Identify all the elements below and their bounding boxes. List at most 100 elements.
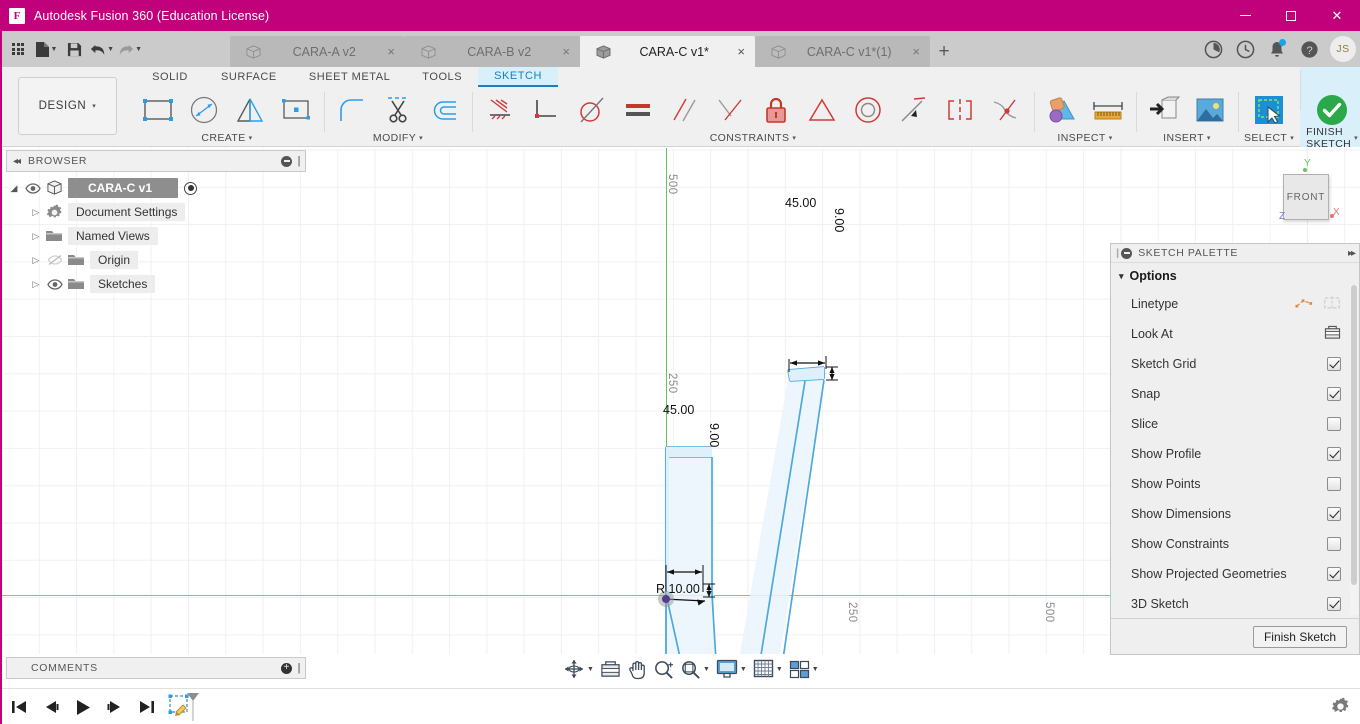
browser-item-named-views[interactable]: ▷ Named Views [6,224,306,248]
timeline-go-end-icon[interactable] [136,694,158,720]
ribbon-tab-surface[interactable]: SURFACE [205,67,293,87]
centerline-icon[interactable] [1323,295,1341,313]
workspace-selector[interactable]: DESIGN ▾ [18,77,117,135]
palette-row-show-constraints[interactable]: Show Constraints [1111,529,1359,559]
palette-scrollbar[interactable] [1350,285,1358,615]
minus-circle-icon[interactable] [281,155,293,167]
comments-panel[interactable]: COMMENTS + || [6,657,306,679]
palette-row-look-at[interactable]: Look At [1111,319,1359,349]
lock-dimension-icon[interactable] [754,89,798,131]
show-profile-checkbox[interactable] [1327,447,1341,461]
help-icon[interactable]: ? [1294,34,1324,64]
add-comment-button[interactable]: + [281,662,293,674]
ribbon-tab-sheet-metal[interactable]: SHEET METAL [293,67,406,87]
browser-item-origin[interactable]: ▷ Origin [6,248,306,272]
construction-line-icon[interactable] [1295,296,1313,313]
save-button[interactable] [62,36,86,62]
orbit-icon[interactable]: ▼ [560,656,597,682]
fillet-icon[interactable] [330,89,374,131]
expand-arrow-icon[interactable]: ▷ [28,207,44,218]
view-cube[interactable]: FRONT Y X Z [1279,158,1340,222]
expand-arrow-icon[interactable]: ▷ [28,255,44,266]
document-tab-0[interactable]: CARA-A v2 × [230,36,405,67]
minimize-button[interactable] [1222,0,1268,31]
ribbon-tab-solid[interactable]: SOLID [135,67,205,87]
palette-row-show-profile[interactable]: Show Profile [1111,439,1359,469]
expand-panel-icon[interactable]: ▸▸ [1348,248,1356,259]
panel-grip-icon[interactable]: || [297,155,300,167]
close-button[interactable]: ✕ [1314,0,1360,31]
document-tab-1[interactable]: CARA-B v2 × [405,36,580,67]
parallel-icon[interactable] [662,89,706,131]
visibility-eye-icon[interactable] [22,182,44,194]
ribbon-tab-tools[interactable]: TOOLS [406,67,478,87]
dimension-upper-width[interactable]: 45.00 [785,196,816,210]
mirror-icon[interactable] [228,89,272,131]
timeline-step-forward-icon[interactable] [104,694,126,720]
show-dimensions-checkbox[interactable] [1327,507,1341,521]
expand-arrow-icon[interactable]: ◢ [6,183,22,194]
rectangle-icon[interactable] [136,89,180,131]
perpendicular-icon[interactable] [708,89,752,131]
3d-sketch-checkbox[interactable] [1327,597,1341,611]
dimension-fillet-radius[interactable]: R 10.00 [656,582,700,596]
palette-row-show-projected-geometries[interactable]: Show Projected Geometries [1111,559,1359,589]
new-tab-button[interactable]: + [930,36,958,67]
show-constraints-checkbox[interactable] [1327,537,1341,551]
file-button[interactable]: ▼ [34,36,58,62]
viewports-icon[interactable]: ▼ [786,656,822,682]
ruler-icon[interactable] [1086,89,1130,131]
show-projected-geometries-checkbox[interactable] [1327,567,1341,581]
collinear-icon[interactable] [892,89,936,131]
palette-row-linetype[interactable]: Linetype [1111,289,1359,319]
settings-gear-icon[interactable] [1331,697,1350,721]
visibility-eye-off-icon[interactable] [44,254,66,266]
dimension-lower-width[interactable]: 45.00 [663,403,694,417]
horizontal-vertical-icon[interactable] [524,89,568,131]
measure-shapes-icon[interactable] [1040,89,1084,131]
display-settings-icon[interactable]: ▼ [713,656,750,682]
palette-row-slice[interactable]: Slice [1111,409,1359,439]
timeline-go-start-icon[interactable] [8,694,30,720]
concentric-icon[interactable] [846,89,890,131]
dimension-lower-thickness[interactable]: 9.00 [707,423,721,447]
job-status-icon[interactable] [1198,34,1228,64]
notifications-icon[interactable] [1262,34,1292,64]
look-at-icon[interactable] [597,656,624,682]
palette-row-sketch-grid[interactable]: Sketch Grid [1111,349,1359,379]
document-tab-2[interactable]: CARA-C v1* × [580,36,755,67]
palette-row-3d-sketch[interactable]: 3D Sketch [1111,589,1359,619]
insert-derive-icon[interactable] [1142,89,1186,131]
browser-item-document-settings[interactable]: ▷ Document Settings [6,200,306,224]
finish-sketch-button[interactable]: Finish Sketch [1252,625,1347,648]
snap-checkbox[interactable] [1327,387,1341,401]
dimension-upper-thickness[interactable]: 9.00 [832,208,846,232]
tab-close-button[interactable]: × [562,45,570,58]
browser-item-cara-c[interactable]: ◢ CARA-C v1 [6,176,306,200]
minus-circle-icon[interactable] [1121,247,1133,259]
visibility-eye-icon[interactable] [44,278,66,290]
recent-icon[interactable] [1230,34,1260,64]
show-points-checkbox[interactable] [1327,477,1341,491]
fix-ground-icon[interactable] [478,89,522,131]
expand-arrow-icon[interactable]: ▷ [28,231,44,242]
look-at-camera-icon[interactable] [1324,325,1341,343]
sketch-palette-options-section[interactable]: ▾ Options [1111,263,1359,289]
collapse-icon[interactable]: ◂◂ [13,156,21,167]
tab-close-button[interactable]: × [737,45,745,58]
ribbon-tab-sketch[interactable]: SKETCH [478,67,559,87]
palette-row-snap[interactable]: Snap [1111,379,1359,409]
document-tab-3[interactable]: CARA-C v1*(1) × [755,36,930,67]
finish-sketch-check-icon[interactable] [1309,89,1355,131]
tab-close-button[interactable]: × [387,45,395,58]
sketch-grid-checkbox[interactable] [1327,357,1341,371]
undo-button[interactable]: ▼ [90,36,114,62]
curvature-icon[interactable] [984,89,1028,131]
panel-grip-icon[interactable]: || [297,662,300,674]
palette-scrollbar-thumb[interactable] [1351,285,1357,585]
ellipse-icon[interactable] [182,89,226,131]
tab-close-button[interactable]: × [912,45,920,58]
symmetry-icon[interactable] [938,89,982,131]
tangent-icon[interactable] [570,89,614,131]
timeline-step-back-icon[interactable] [40,694,62,720]
